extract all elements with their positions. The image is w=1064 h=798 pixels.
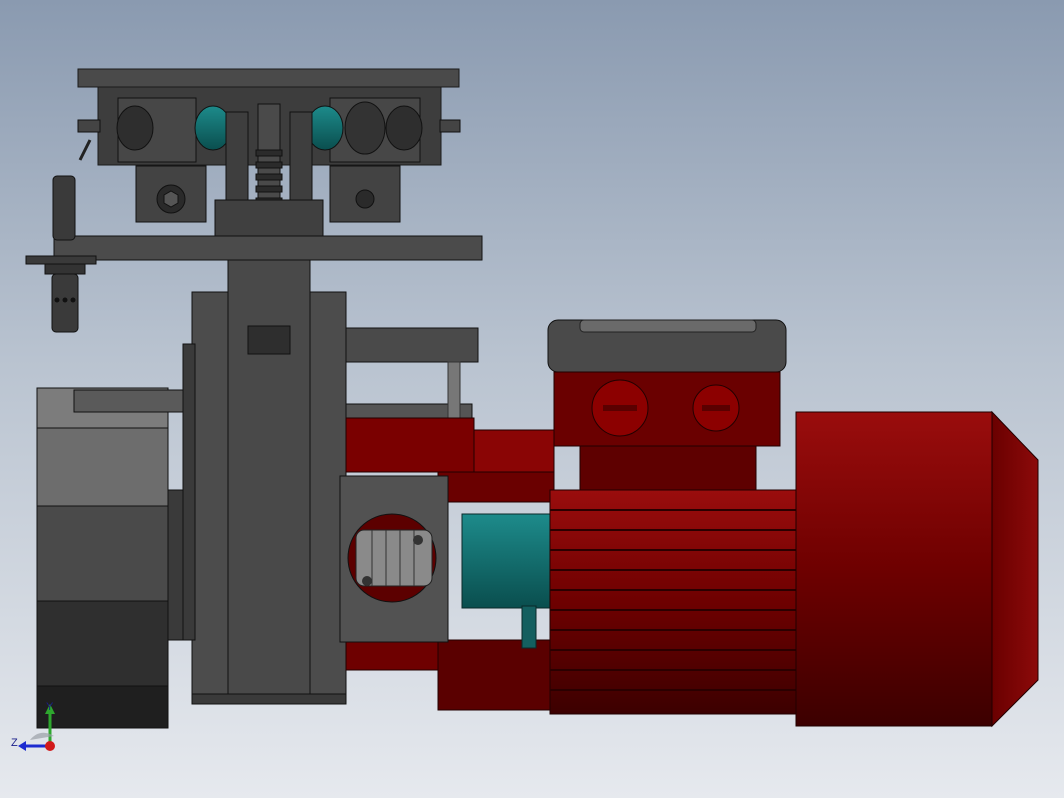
cad-viewport[interactable]: Y Z bbox=[0, 0, 1064, 798]
fan-cover bbox=[795, 410, 1039, 728]
shaft-adapter bbox=[461, 513, 555, 609]
x-axis-dot bbox=[45, 741, 55, 751]
y-axis-label: Y bbox=[46, 701, 54, 713]
coupling-housing bbox=[339, 475, 449, 643]
assembly-render: Y Z bbox=[11, 68, 1039, 751]
terminal-box bbox=[547, 319, 787, 493]
gear-housing bbox=[36, 387, 193, 729]
motor-body bbox=[549, 489, 797, 715]
cross-beam bbox=[25, 199, 483, 265]
z-axis-label: Z bbox=[11, 737, 18, 749]
